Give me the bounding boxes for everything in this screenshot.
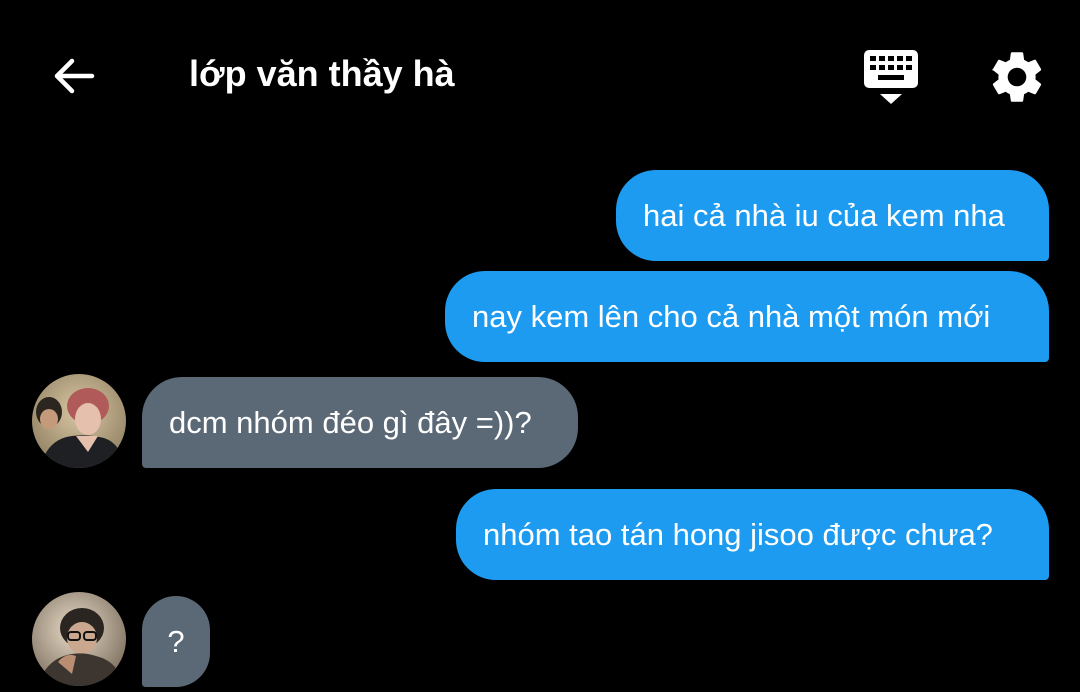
message-bubble-incoming[interactable]: dcm nhóm đéo gì đây =))?: [142, 377, 578, 468]
settings-button[interactable]: [986, 46, 1048, 108]
avatar[interactable]: [32, 374, 126, 468]
arrow-left-icon: [54, 58, 95, 94]
profile-photo: [32, 374, 126, 468]
message-bubble-outgoing[interactable]: hai cả nhà iu của kem nha: [616, 170, 1049, 261]
message-text: dcm nhóm đéo gì đây =))?: [169, 404, 532, 440]
message-text: nay kem lên cho cả nhà một món mới: [472, 298, 991, 334]
gear-icon: [992, 52, 1042, 102]
message-text: hai cả nhà iu của kem nha: [643, 197, 1005, 233]
keyboard-hide-icon: [864, 50, 918, 104]
avatar[interactable]: [32, 592, 126, 686]
keyboard-button[interactable]: [858, 44, 924, 108]
message-text: ?: [167, 623, 185, 659]
message-bubble-incoming[interactable]: ?: [142, 596, 210, 687]
profile-photo: [32, 592, 126, 686]
back-button[interactable]: [46, 48, 102, 104]
message-text: nhóm tao tán hong jisoo được chưa?: [483, 516, 993, 552]
message-bubble-outgoing[interactable]: nhóm tao tán hong jisoo được chưa?: [456, 489, 1049, 580]
chat-title: lớp văn thầy hà: [189, 53, 455, 94]
message-bubble-outgoing[interactable]: nay kem lên cho cả nhà một món mới: [445, 271, 1049, 362]
chat-header: lớp văn thầy hà: [0, 0, 1080, 150]
